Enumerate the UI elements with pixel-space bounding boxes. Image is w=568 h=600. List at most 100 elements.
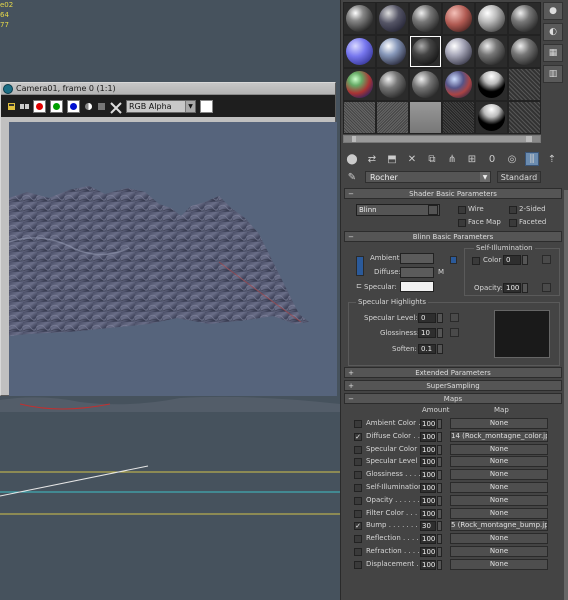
material-sample-slot[interactable] bbox=[509, 36, 540, 67]
material-sample-slot[interactable] bbox=[476, 69, 507, 100]
material-sample-slot[interactable] bbox=[344, 102, 375, 133]
rollout-supersampling[interactable]: + SuperSampling bbox=[344, 380, 562, 391]
spinner-icon[interactable] bbox=[437, 534, 442, 545]
sample-slots-scrollbar[interactable] bbox=[343, 135, 541, 143]
map-amount-input[interactable]: 100 bbox=[420, 457, 436, 468]
map-slot-button[interactable]: None bbox=[450, 558, 548, 570]
specular-level-input[interactable]: 0 bbox=[418, 313, 436, 323]
material-sample-slot[interactable] bbox=[377, 36, 408, 67]
monochrome-icon[interactable] bbox=[97, 102, 106, 111]
map-slot-button[interactable]: None bbox=[450, 469, 548, 481]
specular-color-swatch[interactable] bbox=[400, 281, 434, 292]
map-enable-checkbox[interactable] bbox=[354, 420, 362, 428]
scroll-right-icon[interactable] bbox=[532, 136, 540, 142]
spinner-icon[interactable] bbox=[437, 313, 443, 323]
map-slot-button[interactable]: None bbox=[450, 443, 548, 455]
spinner-icon[interactable] bbox=[437, 470, 442, 481]
pixel-color-swatch[interactable] bbox=[200, 99, 213, 113]
spinner-icon[interactable] bbox=[522, 255, 528, 265]
backlight-icon[interactable]: ◐ bbox=[543, 23, 563, 41]
face-map-checkbox[interactable] bbox=[458, 219, 466, 227]
map-slot-button[interactable]: None bbox=[450, 418, 548, 429]
material-sample-slot[interactable] bbox=[443, 102, 474, 133]
material-sample-slot[interactable] bbox=[344, 3, 375, 34]
glossiness-input[interactable]: 10 bbox=[418, 328, 436, 338]
scrollbar-thumb[interactable] bbox=[356, 136, 526, 142]
map-slot-button[interactable]: 14 (Rock_montagne_color.jpg) bbox=[450, 430, 548, 442]
material-sample-slot[interactable] bbox=[410, 102, 441, 133]
opacity-input[interactable]: 100 bbox=[503, 283, 521, 293]
clear-icon[interactable] bbox=[110, 101, 122, 114]
material-sample-slot[interactable] bbox=[377, 3, 408, 34]
specular-level-map-button[interactable] bbox=[450, 313, 459, 322]
clone-window-icon[interactable] bbox=[20, 102, 29, 111]
spinner-icon[interactable] bbox=[522, 283, 528, 293]
diffuse-map-button[interactable]: M bbox=[438, 268, 444, 276]
scroll-left-icon[interactable] bbox=[344, 136, 352, 142]
show-map-in-viewport-icon[interactable]: ◎ bbox=[505, 152, 519, 166]
perspective-viewport[interactable]: e02 64 77 Camera01, frame 0 (1:1) RGB Al… bbox=[0, 0, 340, 600]
map-slot-button[interactable]: None bbox=[450, 456, 548, 468]
reset-map-icon[interactable]: ✕ bbox=[405, 152, 419, 166]
material-sample-slot[interactable] bbox=[476, 102, 507, 133]
map-enable-checkbox[interactable] bbox=[354, 548, 362, 556]
map-amount-input[interactable]: 100 bbox=[420, 419, 436, 429]
map-enable-checkbox[interactable] bbox=[354, 535, 362, 544]
map-enable-checkbox[interactable] bbox=[354, 471, 362, 480]
glossiness-map-button[interactable] bbox=[450, 328, 459, 337]
self-illum-value-input[interactable]: 0 bbox=[503, 255, 521, 265]
spinner-icon[interactable] bbox=[437, 559, 442, 570]
material-sample-slot[interactable] bbox=[443, 69, 474, 100]
material-sample-slot[interactable] bbox=[509, 3, 540, 34]
map-slot-button[interactable]: None bbox=[450, 482, 548, 493]
material-sample-slot[interactable] bbox=[410, 3, 441, 34]
pick-from-object-icon[interactable]: ✎ bbox=[345, 170, 359, 184]
map-enable-checkbox[interactable]: ✓ bbox=[354, 432, 362, 441]
spinner-icon[interactable] bbox=[437, 444, 442, 455]
spinner-icon[interactable] bbox=[437, 457, 442, 468]
map-amount-input[interactable]: 100 bbox=[420, 508, 436, 519]
material-sample-slot[interactable] bbox=[509, 69, 540, 100]
material-sample-slot[interactable] bbox=[377, 69, 408, 100]
map-enable-checkbox[interactable] bbox=[354, 509, 362, 518]
make-copy-icon[interactable]: ⧉ bbox=[425, 152, 439, 166]
spinner-icon[interactable] bbox=[437, 547, 442, 557]
opacity-map-button[interactable] bbox=[542, 283, 551, 292]
wire-checkbox[interactable] bbox=[458, 206, 466, 214]
go-to-parent-icon[interactable]: ⇡ bbox=[545, 152, 559, 166]
map-slot-button[interactable]: None bbox=[450, 546, 548, 557]
material-id-icon[interactable]: 0 bbox=[485, 152, 499, 166]
map-slot-button[interactable]: None bbox=[450, 494, 548, 506]
map-amount-input[interactable]: 100 bbox=[420, 495, 436, 506]
material-sample-slot[interactable] bbox=[443, 3, 474, 34]
display-channel-select[interactable]: RGB Alpha ▼ bbox=[126, 99, 196, 113]
put-to-library-icon[interactable]: ⊞ bbox=[465, 152, 479, 166]
spinner-icon[interactable] bbox=[437, 328, 443, 338]
rendered-frame-window[interactable]: Camera01, frame 0 (1:1) RGB Alpha ▼ bbox=[0, 82, 337, 396]
material-sample-slot[interactable] bbox=[410, 69, 441, 100]
map-amount-input[interactable]: 100 bbox=[420, 444, 436, 455]
faceted-checkbox[interactable] bbox=[509, 219, 517, 227]
map-slot-button[interactable]: None bbox=[450, 507, 548, 519]
material-sample-slot[interactable] bbox=[476, 36, 507, 67]
rollout-scrollbar[interactable] bbox=[564, 190, 568, 600]
self-illum-map-button[interactable] bbox=[542, 255, 551, 264]
lock-ambient-diffuse-icon[interactable] bbox=[356, 256, 364, 276]
map-slot-button[interactable]: 5 (Rock_montagne_bump.jpg) bbox=[450, 520, 548, 532]
put-to-scene-icon[interactable]: ⇄ bbox=[365, 152, 379, 166]
spinner-icon[interactable] bbox=[437, 431, 442, 442]
ambient-color-swatch[interactable] bbox=[400, 253, 434, 264]
map-amount-input[interactable]: 100 bbox=[420, 547, 436, 557]
spinner-icon[interactable] bbox=[437, 419, 442, 429]
map-amount-input[interactable]: 100 bbox=[420, 483, 436, 493]
material-sample-slot[interactable] bbox=[344, 36, 375, 67]
lock-icon[interactable] bbox=[450, 256, 457, 264]
make-unique-icon[interactable]: ⋔ bbox=[445, 152, 459, 166]
map-enable-checkbox[interactable] bbox=[354, 445, 362, 454]
material-sample-slot[interactable] bbox=[443, 36, 474, 67]
material-sample-slot[interactable] bbox=[509, 102, 540, 133]
map-enable-checkbox[interactable] bbox=[354, 496, 362, 505]
render-window-titlebar[interactable]: Camera01, frame 0 (1:1) bbox=[1, 83, 335, 95]
map-amount-input[interactable]: 30 bbox=[420, 521, 436, 532]
map-amount-input[interactable]: 100 bbox=[420, 534, 436, 545]
